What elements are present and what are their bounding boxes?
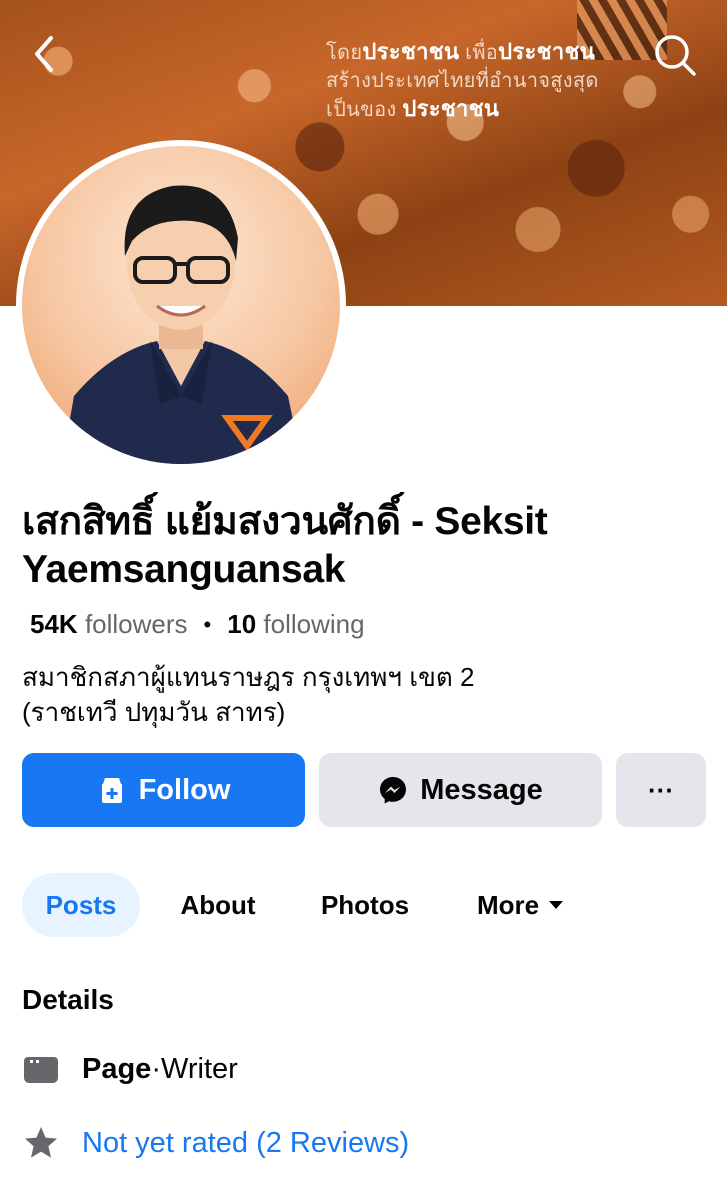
bio-line-2: (ราชเทวี ปทุมวัน สาทร) bbox=[22, 697, 286, 727]
detail-page-category: Page · Writer bbox=[22, 1050, 238, 1088]
message-label: Message bbox=[420, 773, 543, 806]
page-separator: · bbox=[151, 1052, 161, 1085]
search-icon bbox=[655, 35, 696, 76]
following-label[interactable]: following bbox=[263, 609, 364, 640]
page-label: Page bbox=[82, 1052, 152, 1085]
tab-more[interactable]: More bbox=[462, 873, 580, 937]
page-bio: สมาชิกสภาผู้แทนราษฎร กรุงเทพฯ เขต 2 (ราช… bbox=[22, 660, 702, 730]
page-category: Writer bbox=[161, 1052, 238, 1085]
details-heading: Details bbox=[22, 984, 114, 1015]
avatar-photo bbox=[22, 146, 340, 464]
star-icon bbox=[22, 1124, 60, 1162]
page-flag-icon bbox=[22, 1050, 60, 1088]
caret-down-icon bbox=[549, 901, 564, 909]
follow-page-icon bbox=[101, 778, 122, 803]
search-button[interactable] bbox=[650, 30, 700, 80]
detail-rating: Not yet rated (2 Reviews) bbox=[22, 1124, 409, 1162]
follow-label: Follow bbox=[138, 773, 231, 806]
reviews-link[interactable]: Not yet rated (2 Reviews) bbox=[82, 1127, 409, 1160]
page-title: เสกสิทธิ์ แย้มสงวนศักดิ์ - Seksit Yaemsa… bbox=[22, 500, 548, 591]
more-options-button[interactable]: ··· bbox=[616, 753, 706, 827]
tab-about[interactable]: About bbox=[165, 873, 271, 937]
following-count: 10 bbox=[227, 609, 257, 639]
more-dots-icon: ··· bbox=[648, 774, 674, 805]
profile-avatar[interactable] bbox=[16, 140, 346, 470]
follow-stats: 54K followers • 10 following bbox=[30, 609, 365, 640]
tab-posts[interactable]: Posts bbox=[22, 873, 140, 937]
message-button[interactable]: Message bbox=[319, 753, 602, 827]
tab-more-label: More bbox=[476, 889, 540, 920]
stats-separator: • bbox=[203, 611, 212, 637]
messenger-icon bbox=[380, 777, 407, 804]
cover-slogan: โดยประชาชน เพื่อประชาชน สร้างประเทศไทยที… bbox=[326, 39, 599, 121]
followers-count: 54K bbox=[30, 609, 78, 639]
back-button[interactable] bbox=[22, 32, 66, 76]
avatar-person-illustration bbox=[62, 185, 302, 464]
back-arrow-icon bbox=[35, 36, 53, 72]
tab-photos[interactable]: Photos bbox=[304, 873, 426, 937]
followers-label[interactable]: followers bbox=[85, 609, 188, 640]
follow-button[interactable]: Follow bbox=[22, 753, 305, 827]
bio-line-1: สมาชิกสภาผู้แทนราษฎร กรุงเทพฯ เขต 2 bbox=[22, 662, 475, 692]
